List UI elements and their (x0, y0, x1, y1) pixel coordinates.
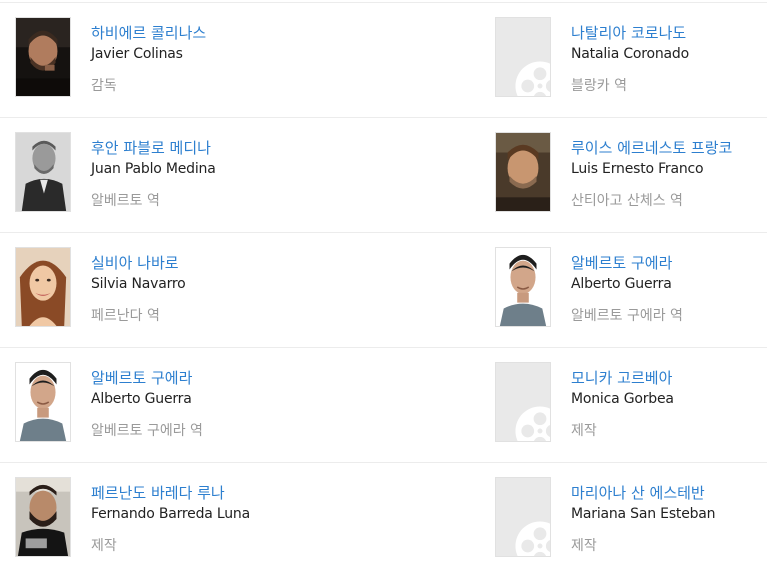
cast-card: 모니카 고르베아 Monica Gorbea 제작 (495, 362, 767, 444)
cast-korean-name-link[interactable]: 루이스 에르네스토 프랑코 (571, 139, 767, 158)
cast-korean-name-link[interactable]: 실비아 나바로 (91, 254, 321, 273)
cast-english-name: Silvia Navarro (91, 276, 186, 292)
cast-card: 알베르토 구에라 Alberto Guerra 알베르토 구에라 역 (15, 362, 305, 444)
portrait-juan-pablo-medina[interactable] (15, 132, 71, 212)
row-divider (0, 347, 767, 348)
cast-role: 제작 (571, 423, 597, 439)
cast-card: 후안 파블로 메디나 Juan Pablo Medina 알베르토 역 (15, 132, 305, 214)
row-divider (0, 232, 767, 233)
cast-role: 감독 (91, 78, 117, 94)
cast-card: 하비에르 콜리나스 Javier Colinas 감독 (15, 17, 305, 99)
cast-english-name: Javier Colinas (91, 46, 183, 62)
cast-card: 페르난도 바레다 루나 Fernando Barreda Luna 제작 (15, 477, 305, 559)
cast-korean-name-link[interactable]: 페르난도 바레다 루나 (91, 484, 321, 503)
cast-korean-name-link[interactable]: 알베르토 구에라 (571, 254, 767, 273)
cast-role: 알베르토 구에라 역 (91, 423, 203, 439)
cast-card: 알베르토 구에라 Alberto Guerra 알베르토 구에라 역 (495, 247, 767, 329)
cast-korean-name-link[interactable]: 마리아나 산 에스테반 (571, 484, 767, 503)
row-divider (0, 117, 767, 118)
cast-english-name: Juan Pablo Medina (91, 161, 216, 177)
cast-role: 알베르토 구에라 역 (571, 308, 683, 324)
portrait-fernando-barreda-luna[interactable] (15, 477, 71, 557)
cast-role: 산티아고 산체스 역 (571, 193, 683, 209)
row-divider (0, 462, 767, 463)
photo-placeholder[interactable] (495, 477, 551, 557)
cast-role: 제작 (91, 538, 117, 554)
film-reel-icon (515, 61, 550, 96)
cast-english-name: Fernando Barreda Luna (91, 506, 250, 522)
portrait-javier-colinas[interactable] (15, 17, 71, 97)
cast-korean-name-link[interactable]: 알베르토 구에라 (91, 369, 321, 388)
cast-english-name: Alberto Guerra (91, 391, 192, 407)
cast-role: 블랑카 역 (571, 78, 627, 94)
photo-placeholder[interactable] (495, 17, 551, 97)
cast-card: 나탈리아 코로나도 Natalia Coronado 블랑카 역 (495, 17, 767, 99)
portrait-silvia-navarro[interactable] (15, 247, 71, 327)
cast-card: 루이스 에르네스토 프랑코 Luis Ernesto Franco 산티아고 산… (495, 132, 767, 214)
cast-korean-name-link[interactable]: 모니카 고르베아 (571, 369, 767, 388)
cast-card: 실비아 나바로 Silvia Navarro 페르난다 역 (15, 247, 305, 329)
cast-korean-name-link[interactable]: 나탈리아 코로나도 (571, 24, 767, 43)
cast-role: 페르난다 역 (91, 308, 160, 324)
cast-english-name: Natalia Coronado (571, 46, 689, 62)
portrait-luis-ernesto-franco[interactable] (495, 132, 551, 212)
cast-english-name: Monica Gorbea (571, 391, 674, 407)
cast-english-name: Mariana San Esteban (571, 506, 716, 522)
cast-role: 제작 (571, 538, 597, 554)
film-reel-icon (515, 406, 550, 441)
top-divider (0, 2, 767, 3)
portrait-alberto-guerra[interactable] (15, 362, 71, 442)
cast-korean-name-link[interactable]: 후안 파블로 메디나 (91, 139, 321, 158)
portrait-alberto-guerra[interactable] (495, 247, 551, 327)
film-reel-icon (515, 521, 550, 556)
cast-korean-name-link[interactable]: 하비에르 콜리나스 (91, 24, 321, 43)
cast-english-name: Luis Ernesto Franco (571, 161, 704, 177)
cast-card: 마리아나 산 에스테반 Mariana San Esteban 제작 (495, 477, 767, 559)
cast-english-name: Alberto Guerra (571, 276, 672, 292)
cast-role: 알베르토 역 (91, 193, 160, 209)
photo-placeholder[interactable] (495, 362, 551, 442)
